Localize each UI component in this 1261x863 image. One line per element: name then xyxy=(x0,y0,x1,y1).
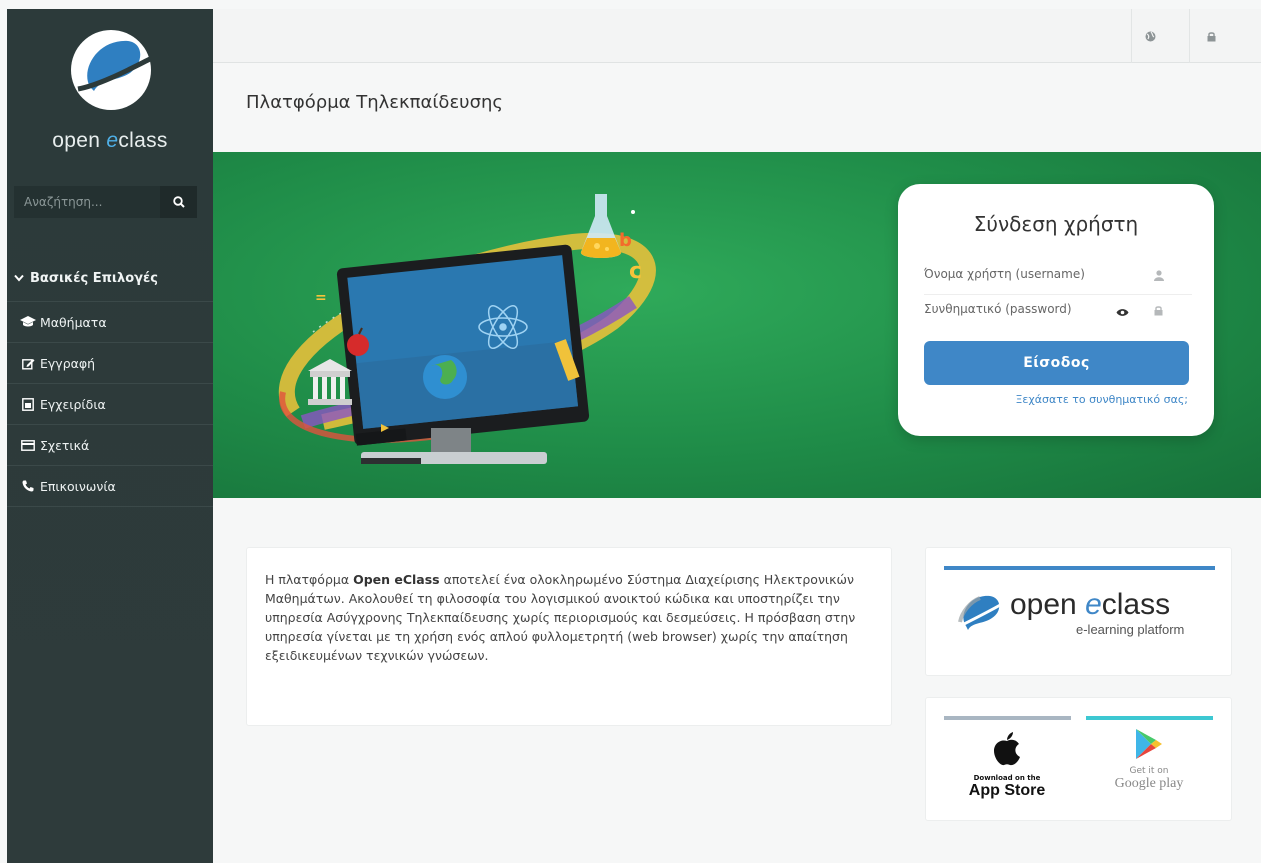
app-store-small-text: Download on the xyxy=(973,774,1041,782)
brand-tagline: e-learning platform xyxy=(1076,622,1185,637)
credit-card-icon xyxy=(19,439,37,451)
search-icon xyxy=(172,196,185,208)
apple-accent-bar xyxy=(944,716,1071,720)
brand-accent-bar xyxy=(944,566,1215,570)
sidebar-item-about[interactable]: Σχετικά xyxy=(7,425,213,466)
user-icon xyxy=(1154,266,1164,285)
sidebar-logo[interactable]: open eclass xyxy=(7,9,213,169)
login-card: Σύνδεση χρήστη Είσοδος Ξεχάσατε το συνθη… xyxy=(898,184,1214,436)
google-play-small-text: Get it on xyxy=(1129,766,1169,776)
password-field xyxy=(924,294,1192,322)
google-accent-bar xyxy=(1086,716,1213,720)
eclass-logo-icon xyxy=(958,595,1003,630)
about-text: Η πλατφόρμα Open eClass αποτελεί ένα ολο… xyxy=(265,572,856,663)
svg-text:c: c xyxy=(629,259,642,284)
sidebar-item-label: Επικοινωνία xyxy=(40,478,116,494)
eclass-logo-icon xyxy=(71,30,152,110)
login-lock-button[interactable] xyxy=(1189,9,1233,63)
google-play-big-text: Google play xyxy=(1114,776,1184,791)
login-submit-button[interactable]: Είσοδος xyxy=(924,341,1189,385)
google-play-badge[interactable]: Get it on Google play xyxy=(1094,726,1204,806)
sidebar-item-register[interactable]: Εγγραφή xyxy=(7,343,213,384)
chevron-down-icon xyxy=(14,271,24,286)
password-input[interactable] xyxy=(924,301,1114,316)
google-play-icon xyxy=(1136,729,1162,759)
username-field xyxy=(924,260,1192,288)
sidebar-item-courses[interactable]: Μαθήματα xyxy=(7,302,213,343)
main-nav: Βασικές Επιλογές Μαθήματα Εγγραφή Εγχειρ… xyxy=(7,256,213,507)
top-bar xyxy=(213,9,1261,63)
graduation-cap-icon xyxy=(19,316,37,328)
search-box xyxy=(14,186,197,218)
sidebar-item-label: Σχετικά xyxy=(40,437,90,453)
forgot-password-link[interactable]: Ξεχάσατε το συνθηματικό σας; xyxy=(898,393,1188,406)
brand-card: open eclass e-learning platform xyxy=(925,547,1232,676)
app-store-badge[interactable]: Download on the App Store xyxy=(952,728,1062,808)
about-panel: Η πλατφόρμα Open eClass αποτελεί ένα ολο… xyxy=(246,547,892,726)
search-button[interactable] xyxy=(160,186,197,218)
sidebar-item-label: Μαθήματα xyxy=(40,314,107,330)
edit-icon xyxy=(19,357,37,370)
search-input[interactable] xyxy=(14,186,160,218)
language-button[interactable] xyxy=(1131,9,1169,63)
sidebar-item-label: Εγχειρίδια xyxy=(40,396,106,412)
svg-text:=: = xyxy=(315,290,327,306)
about-brand: Open eClass xyxy=(353,572,440,587)
phone-icon xyxy=(19,480,37,492)
apple-icon xyxy=(994,732,1020,766)
apps-card: Download on the App Store Get it on Goog… xyxy=(925,697,1232,821)
sidebar-item-contact[interactable]: Επικοινωνία xyxy=(7,466,213,507)
sidebar-item-manuals[interactable]: Εγχειρίδια xyxy=(7,384,213,425)
sidebar: open eclass Βασικές Επιλογές xyxy=(7,9,213,863)
lock-icon xyxy=(1154,301,1163,320)
svg-text:b: b xyxy=(619,230,632,251)
nav-section-header[interactable]: Βασικές Επιλογές xyxy=(7,256,213,302)
hero-illustration: b c = xyxy=(278,194,656,464)
app-store-big-text: App Store xyxy=(968,782,1046,799)
nav-section-title: Βασικές Επιλογές xyxy=(30,271,158,286)
sidebar-item-label: Εγγραφή xyxy=(40,355,96,371)
brand-name: open eclass xyxy=(1010,588,1171,621)
logo-text: open eclass xyxy=(52,129,168,152)
lock-icon xyxy=(1207,31,1216,41)
page-title: Πλατφόρμα Τηλεκπαίδευσης xyxy=(246,92,503,113)
document-icon xyxy=(19,397,37,411)
login-title: Σύνδεση χρήστη xyxy=(973,212,1139,236)
username-input[interactable] xyxy=(924,267,1114,281)
eclass-brand-logo[interactable]: open eclass e-learning platform xyxy=(958,588,1198,648)
page: open eclass Βασικές Επιλογές xyxy=(0,0,1261,863)
eye-icon[interactable] xyxy=(1116,302,1129,321)
globe-icon xyxy=(1145,31,1156,41)
